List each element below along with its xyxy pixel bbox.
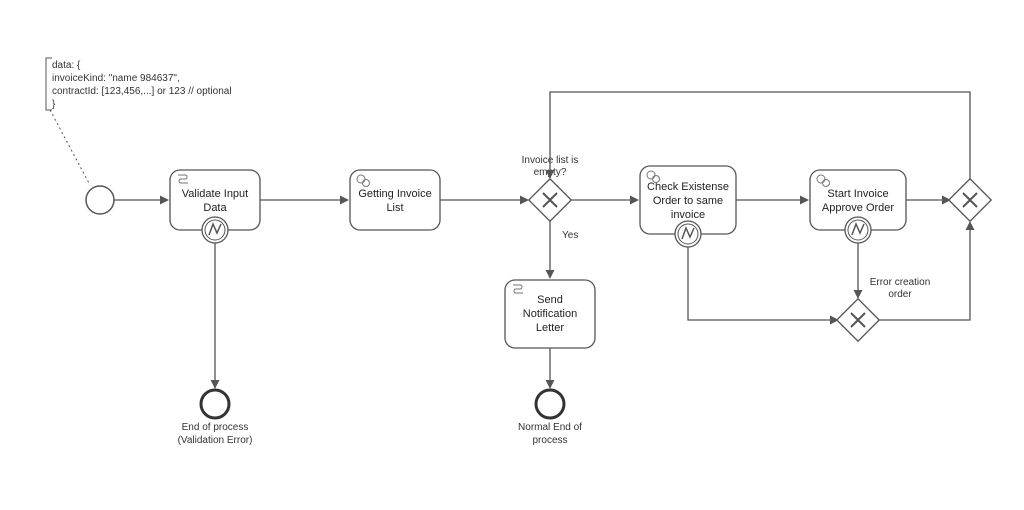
annotation-line: contractId: [123,456,...] or 123 // opti… (52, 86, 232, 97)
bpmn-diagram: data: { invoiceKind: "name 984637", cont… (0, 0, 1024, 510)
task-label: Send (537, 294, 563, 306)
boundary-event-icon[interactable] (675, 221, 701, 247)
task-label: Data (203, 202, 227, 214)
task-label: Notification (523, 308, 577, 320)
task-getting-invoice-list[interactable]: Getting Invoice List (350, 170, 440, 230)
task-send-notification-letter[interactable]: Send Notification Letter (505, 280, 595, 348)
boundary-event-icon[interactable] (202, 217, 228, 243)
task-label: Order to same (653, 195, 723, 207)
end-label: Normal End of (518, 422, 582, 433)
task-label: Validate Input (182, 188, 248, 200)
boundary-event-icon[interactable] (845, 217, 871, 243)
end-label: process (532, 435, 567, 446)
task-label: Start Invoice (827, 188, 888, 200)
task-label: List (386, 202, 403, 214)
flow (688, 247, 838, 320)
flow (550, 92, 970, 179)
gateway-label: Error creation (870, 277, 931, 288)
annotation-line: invoiceKind: "name 984637", (52, 73, 180, 84)
flow (879, 222, 970, 320)
annotation-line: data: { (52, 60, 81, 71)
gateway-label: order (888, 289, 912, 300)
end-label: (Validation Error) (178, 435, 253, 446)
gateway-error-converge[interactable] (837, 299, 879, 341)
flow-label-yes: Yes (562, 230, 578, 241)
task-label: Getting Invoice (358, 188, 431, 200)
task-validate-input-data[interactable]: Validate Input Data (170, 170, 260, 243)
task-check-existense-order[interactable]: Check Existense Order to same invoice (640, 166, 736, 247)
task-label: Letter (536, 322, 564, 334)
data-annotation: data: { invoiceKind: "name 984637", cont… (46, 58, 232, 185)
annotation-line: } (52, 99, 56, 110)
end-label: End of process (182, 422, 249, 433)
task-label: Approve Order (822, 202, 894, 214)
start-event[interactable] (86, 186, 114, 214)
task-label: Check Existense (647, 181, 729, 193)
gateway-converge[interactable] (949, 179, 991, 221)
task-label: invoice (671, 209, 705, 221)
end-event-normal[interactable]: Normal End of process (518, 390, 582, 446)
end-event-validation-error[interactable]: End of process (Validation Error) (178, 390, 253, 446)
task-start-invoice-approve-order[interactable]: Start Invoice Approve Order (810, 170, 906, 243)
